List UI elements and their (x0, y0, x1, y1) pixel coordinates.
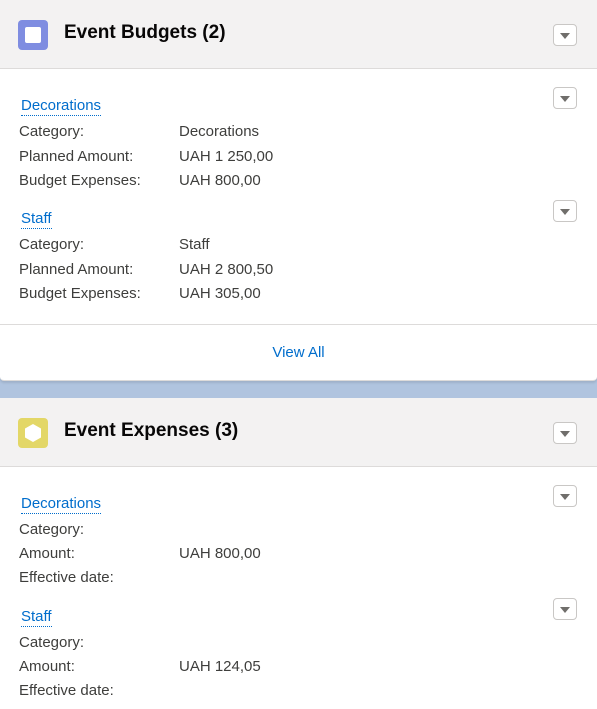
record-link[interactable]: Staff (21, 210, 52, 229)
card-header: Event Expenses (3) (0, 398, 597, 467)
record-link[interactable]: Decorations (21, 97, 102, 116)
field-value: UAH 1 250,00 (179, 148, 274, 165)
field-label: Category: (19, 521, 85, 538)
card-title[interactable]: Event Expenses (3) (64, 420, 238, 442)
field-row: Effective date: (19, 568, 579, 588)
field-row: Amount: UAH 124,05 (19, 657, 579, 677)
field-row: Category: (19, 633, 579, 653)
field-row: Budget Expenses: UAH 305,00 (19, 284, 579, 304)
card-footer: View All (0, 324, 597, 380)
hexagon-icon (18, 418, 48, 448)
chevron-down-icon (560, 607, 570, 613)
row-menu-button[interactable] (553, 87, 577, 109)
field-row: Category: (19, 520, 579, 540)
list-item: Decorations Category: Amount: UAH 800,00… (0, 485, 597, 595)
chevron-down-icon (560, 96, 570, 102)
card-menu-button[interactable] (553, 24, 577, 46)
row-menu-button[interactable] (553, 598, 577, 620)
card-title[interactable]: Event Budgets (2) (64, 22, 226, 44)
field-label: Category: (19, 236, 85, 253)
field-label: Budget Expenses: (19, 285, 141, 302)
field-label: Category: (19, 634, 85, 651)
row-menu-button[interactable] (553, 200, 577, 222)
chevron-down-icon (560, 494, 570, 500)
field-row: Effective date: (19, 681, 579, 701)
field-label: Planned Amount: (19, 261, 134, 278)
field-value: UAH 2 800,50 (179, 261, 274, 278)
field-value: UAH 800,00 (179, 545, 261, 562)
field-label: Budget Expenses: (19, 172, 141, 189)
field-value: Staff (179, 236, 210, 253)
field-value: UAH 305,00 (179, 285, 261, 302)
field-label: Category: (19, 123, 85, 140)
record-link[interactable]: Staff (21, 608, 52, 627)
field-value: UAH 800,00 (179, 172, 261, 189)
field-row: Amount: UAH 800,00 (19, 544, 579, 564)
chevron-down-icon (560, 209, 570, 215)
card-menu-button[interactable] (553, 422, 577, 444)
field-value: Decorations (179, 123, 260, 140)
field-label: Amount: (19, 658, 75, 675)
list-item: Decorations Category: Decorations Planne… (0, 87, 597, 197)
chevron-down-icon (560, 431, 570, 437)
field-row: Category: Decorations (19, 122, 579, 142)
field-label: Amount: (19, 545, 75, 562)
field-row: Planned Amount: UAH 2 800,50 (19, 260, 579, 280)
field-label: Effective date: (19, 682, 114, 699)
event-budgets-card: Event Budgets (2) Decorations Category: … (0, 0, 597, 381)
event-expenses-card: Event Expenses (3) Decorations Category:… (0, 398, 597, 709)
field-row: Category: Staff (19, 235, 579, 255)
row-menu-button[interactable] (553, 485, 577, 507)
square-icon (18, 20, 48, 50)
view-all-link[interactable]: View All (0, 344, 597, 361)
list-item: Staff Category: Amount: UAH 124,05 Effec… (0, 598, 597, 708)
field-value: UAH 124,05 (179, 658, 261, 675)
field-row: Budget Expenses: UAH 800,00 (19, 171, 579, 191)
card-header: Event Budgets (2) (0, 0, 597, 69)
chevron-down-icon (560, 33, 570, 39)
field-label: Planned Amount: (19, 148, 134, 165)
field-row: Planned Amount: UAH 1 250,00 (19, 147, 579, 167)
list-item: Staff Category: Staff Planned Amount: UA… (0, 200, 597, 310)
field-label: Effective date: (19, 569, 114, 586)
record-link[interactable]: Decorations (21, 495, 102, 514)
